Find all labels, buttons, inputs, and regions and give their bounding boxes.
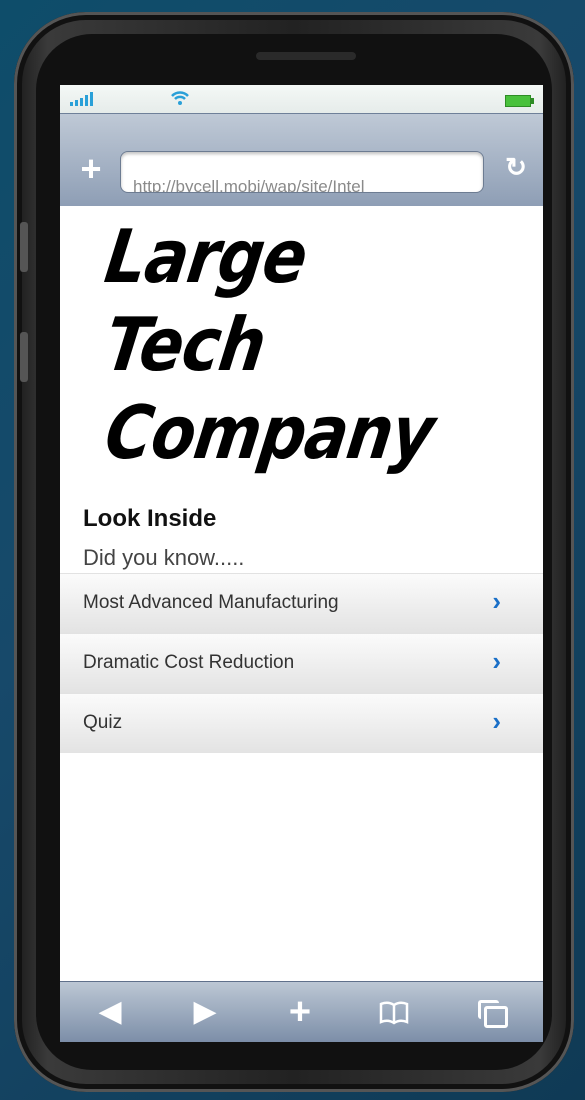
- new-tab-icon[interactable]: +: [74, 151, 108, 188]
- list-item-most-advanced-manufacturing[interactable]: Most Advanced Manufacturing ›: [60, 573, 543, 633]
- back-icon[interactable]: ◀: [90, 994, 130, 1030]
- menu-list: Most Advanced Manufacturing › Dramatic C…: [60, 573, 543, 753]
- browser-toolbar: ◀ ▶ +: [60, 981, 543, 1042]
- tabs-icon[interactable]: [470, 994, 510, 1030]
- logo-line-2: Tech: [100, 303, 271, 389]
- section-heading: Look Inside: [83, 505, 217, 532]
- add-icon[interactable]: +: [280, 993, 320, 1031]
- section-subheading: Did you know.....: [83, 545, 245, 570]
- reload-icon[interactable]: ↻: [501, 152, 531, 182]
- list-item-label: Dramatic Cost Reduction: [83, 652, 295, 673]
- url-text: http://bycell.mobi/wap/site/Intel: [133, 177, 365, 193]
- battery-icon: [505, 95, 534, 107]
- logo-line-1: Large: [100, 215, 312, 301]
- chevron-right-icon: ›: [492, 586, 501, 616]
- forward-icon[interactable]: ▶: [185, 994, 225, 1030]
- list-item-label: Quiz: [83, 712, 123, 733]
- signal-icon: [70, 92, 93, 106]
- bookmarks-icon[interactable]: [374, 994, 414, 1030]
- list-item-label: Most Advanced Manufacturing: [83, 592, 339, 613]
- list-item-dramatic-cost-reduction[interactable]: Dramatic Cost Reduction ›: [60, 633, 543, 693]
- address-bar: + http://bycell.mobi/wap/site/Intel ↻: [60, 113, 543, 206]
- browser-screen: + http://bycell.mobi/wap/site/Intel ↻ La…: [60, 85, 543, 1042]
- url-input[interactable]: http://bycell.mobi/wap/site/Intel: [120, 151, 484, 193]
- list-item-quiz[interactable]: Quiz ›: [60, 693, 543, 753]
- logo-line-3: Company: [100, 391, 439, 477]
- volume-up-button: [20, 222, 28, 272]
- phone-speaker: [256, 52, 356, 60]
- chevron-right-icon: ›: [492, 706, 501, 736]
- volume-down-button: [20, 332, 28, 382]
- chevron-right-icon: ›: [492, 646, 501, 676]
- status-bar: [60, 85, 543, 113]
- wifi-icon: [171, 91, 189, 105]
